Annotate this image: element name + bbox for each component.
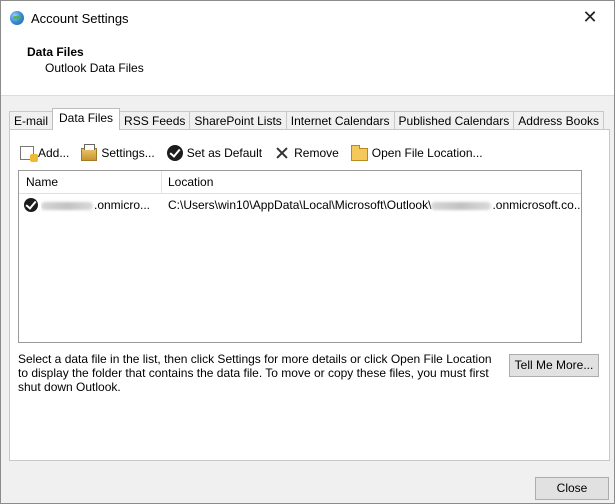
column-header-location[interactable]: Location xyxy=(161,171,578,193)
tab-published-calendars[interactable]: Published Calendars xyxy=(393,111,515,130)
new-file-icon xyxy=(20,146,38,162)
tab-email[interactable]: E-mail xyxy=(9,111,54,130)
redacted-text xyxy=(41,201,93,210)
add-button[interactable]: Add... xyxy=(18,146,70,162)
data-files-list[interactable]: Name Location .onmicro... C:\Users\win10… xyxy=(18,170,582,343)
window-title: Account Settings xyxy=(31,11,129,26)
tab-rss-feeds[interactable]: RSS Feeds xyxy=(119,111,191,130)
outlook-globe-icon xyxy=(10,11,24,25)
toolbar: Add... Settings... Set as Default Remove… xyxy=(18,144,495,162)
tab-sharepoint-lists[interactable]: SharePoint Lists xyxy=(189,111,287,130)
list-header: Name Location xyxy=(19,171,581,194)
remove-x-icon xyxy=(274,145,290,161)
tell-me-more-button[interactable]: Tell Me More... xyxy=(509,354,599,377)
settings-label: Settings... xyxy=(101,146,155,160)
check-circle-icon xyxy=(166,145,183,161)
column-header-name[interactable]: Name xyxy=(19,171,162,193)
help-text: Select a data file in the list, then cli… xyxy=(18,352,492,394)
list-item[interactable]: .onmicro... C:\Users\win10\AppData\Local… xyxy=(19,195,581,215)
add-label: Add... xyxy=(38,146,70,160)
tab-strip: E-mail Data Files RSS Feeds SharePoint L… xyxy=(9,108,604,130)
dialog-header: Data Files Outlook Data Files xyxy=(1,35,614,96)
close-button[interactable]: Close xyxy=(535,477,609,500)
set-default-label: Set as Default xyxy=(186,146,263,160)
file-location-suffix: .onmicrosoft.co... xyxy=(492,198,580,212)
account-settings-window: Account Settings ✕ Data Files Outlook Da… xyxy=(0,0,615,504)
tab-data-files[interactable]: Data Files xyxy=(52,108,121,130)
file-location-prefix: C:\Users\win10\AppData\Local\Microsoft\O… xyxy=(168,198,432,212)
redacted-text xyxy=(431,201,492,210)
header-subtitle: Outlook Data Files xyxy=(45,61,144,75)
open-file-location-button[interactable]: Open File Location... xyxy=(350,145,483,161)
remove-label: Remove xyxy=(294,146,339,160)
default-check-icon xyxy=(24,198,38,212)
tab-internet-calendars[interactable]: Internet Calendars xyxy=(285,111,395,130)
settings-button[interactable]: Settings... xyxy=(81,144,155,161)
open-location-label: Open File Location... xyxy=(371,146,483,160)
header-title: Data Files xyxy=(27,45,84,59)
tab-address-books[interactable]: Address Books xyxy=(513,111,604,130)
window-close-button[interactable]: ✕ xyxy=(580,7,600,28)
remove-button[interactable]: Remove xyxy=(274,145,339,161)
data-files-panel: Add... Settings... Set as Default Remove… xyxy=(9,129,610,461)
title-bar: Account Settings ✕ xyxy=(1,1,614,35)
set-default-button[interactable]: Set as Default xyxy=(166,145,263,161)
file-location-cell: C:\Users\win10\AppData\Local\Microsoft\O… xyxy=(168,195,580,215)
settings-icon xyxy=(81,144,98,161)
file-name-suffix: .onmicro... xyxy=(94,198,151,212)
file-name-cell: .onmicro... xyxy=(41,195,171,215)
folder-icon xyxy=(350,145,368,161)
